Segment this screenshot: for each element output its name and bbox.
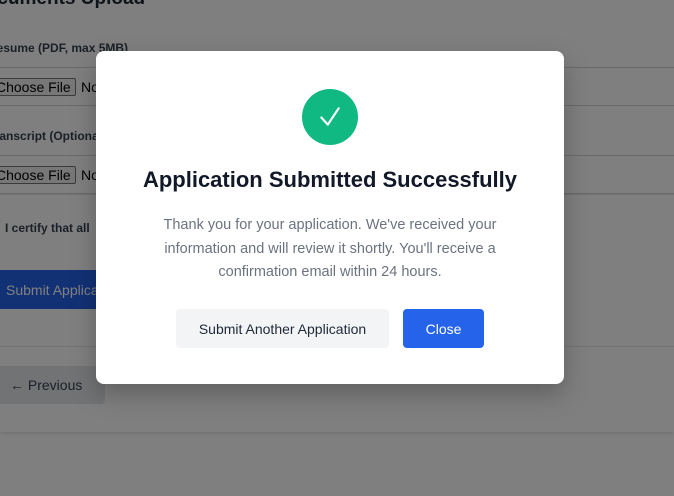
modal-message: Thank you for your application. We've re… <box>163 217 497 280</box>
close-button[interactable]: Close <box>403 309 484 348</box>
modal-title: Application Submitted Successfully <box>142 167 518 192</box>
success-modal: Application Submitted Successfully Thank… <box>96 51 564 384</box>
checkmark-icon <box>320 107 340 126</box>
success-badge <box>302 89 358 145</box>
submit-another-application-button[interactable]: Submit Another Application <box>176 309 389 348</box>
